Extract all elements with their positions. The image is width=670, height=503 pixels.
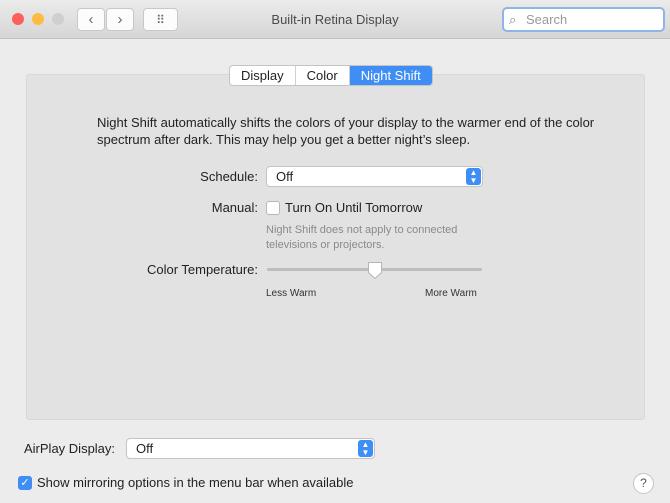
search-icon: ⌕: [509, 12, 517, 27]
help-button[interactable]: ?: [633, 473, 654, 494]
night-shift-note: Night Shift does not apply to connected …: [266, 224, 458, 251]
search-placeholder: Search: [526, 12, 568, 27]
checkmark-icon: ✓: [20, 477, 30, 489]
tab-bar: Display Color Night Shift: [229, 65, 433, 86]
mirroring-checkbox[interactable]: ✓: [18, 476, 32, 490]
schedule-select[interactable]: Off ▲ ▼: [266, 166, 483, 187]
search-input[interactable]: ⌕ Search: [502, 7, 665, 32]
schedule-value: Off: [276, 169, 294, 184]
title-bar: ‹ › ⠿ Built-in Retina Display ⌕ Search: [0, 0, 670, 39]
schedule-label: Schedule:: [200, 169, 258, 184]
manual-label: Manual:: [211, 200, 258, 215]
night-shift-description: Night Shift automatically shifts the col…: [97, 115, 595, 147]
tab-color[interactable]: Color: [294, 66, 349, 85]
updown-chevron-icon: ▲ ▼: [466, 168, 481, 185]
mirroring-label[interactable]: Show mirroring options in the menu bar w…: [37, 475, 354, 490]
slider-thumb[interactable]: [367, 261, 383, 280]
manual-checkbox-label[interactable]: Turn On Until Tomorrow: [285, 200, 422, 215]
tab-night-shift[interactable]: Night Shift: [348, 66, 432, 85]
airplay-value: Off: [136, 441, 154, 456]
less-warm-label: Less Warm: [266, 288, 317, 299]
airplay-label: AirPlay Display:: [24, 441, 116, 456]
tab-display[interactable]: Display: [230, 66, 295, 85]
manual-checkbox[interactable]: [266, 201, 280, 215]
airplay-select[interactable]: Off ▲ ▼: [126, 438, 375, 459]
color-temperature-label: Color Temperature:: [146, 262, 258, 277]
updown-chevron-icon: ▲ ▼: [358, 440, 373, 457]
more-warm-label: More Warm: [425, 288, 477, 299]
